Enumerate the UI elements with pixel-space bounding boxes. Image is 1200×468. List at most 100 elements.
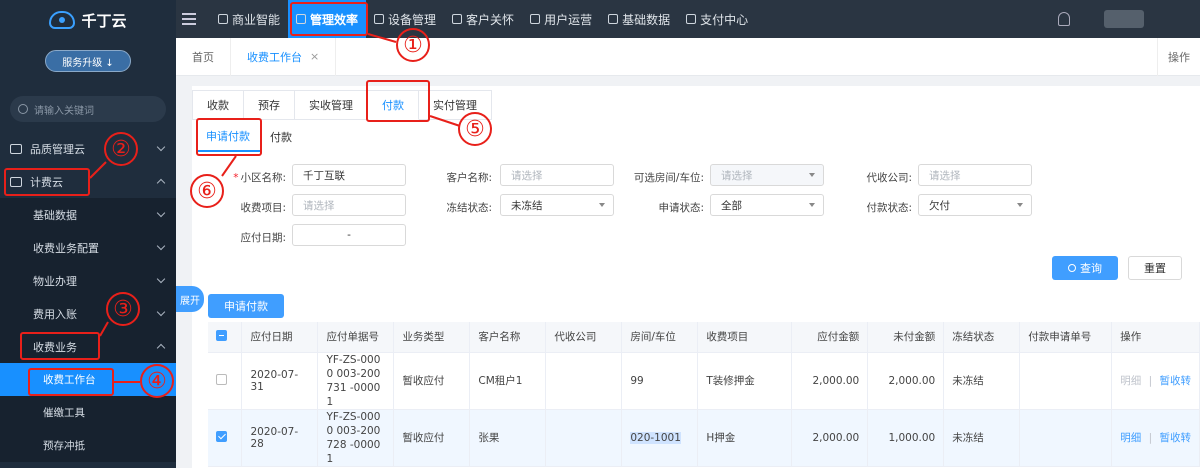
- search-placeholder: 请输入关键词: [34, 105, 94, 117]
- page-tabs: 首页 收费工作台 × 操作: [176, 37, 1200, 76]
- sidebar-item-label: 费用入账: [33, 307, 77, 321]
- sidebar-item-fee-entry[interactable]: 费用入账: [0, 297, 176, 330]
- sidebar-item-quality[interactable]: 品质管理云: [0, 132, 176, 165]
- cell-agency: [545, 352, 623, 410]
- query-button[interactable]: 查询: [1052, 256, 1118, 280]
- agency-input[interactable]: 请选择: [918, 164, 1032, 186]
- cell-fee-item: T装修押金: [697, 352, 793, 410]
- bell-icon[interactable]: [1058, 12, 1070, 26]
- cell-doc-no[interactable]: YF-ZS-0000 003-200731 -00001: [317, 352, 395, 410]
- payables-table: 应付日期 应付单据号 业务类型 客户名称 代收公司 房间/车位 收费项目 应付金…: [208, 322, 1200, 467]
- nav-label: 商业智能: [232, 12, 281, 27]
- pay-status-value: 欠付: [929, 199, 950, 212]
- upgrade-button[interactable]: 服务升级 ↓: [45, 50, 131, 72]
- row-select-cell: [208, 409, 243, 467]
- item-input[interactable]: 请选择: [292, 194, 406, 216]
- due-date-range[interactable]: -: [292, 224, 406, 246]
- cell-agency: [545, 409, 623, 467]
- nav-basic-data[interactable]: 基础数据: [600, 0, 678, 38]
- col-room: 房间/车位: [621, 322, 699, 353]
- apply-status-select[interactable]: 全部: [710, 194, 824, 216]
- community-input[interactable]: 千丁互联: [292, 164, 406, 186]
- reset-button[interactable]: 重置: [1128, 256, 1182, 280]
- cell-room: 020-1001: [621, 409, 699, 467]
- nav-business-intelligence[interactable]: 商业智能: [210, 0, 288, 38]
- chevron-down-icon: [809, 173, 815, 177]
- detail-link[interactable]: 明细: [1120, 375, 1141, 387]
- freeze-select[interactable]: 未冻结: [500, 194, 614, 216]
- row-checkbox[interactable]: [216, 430, 227, 442]
- sidebar-item-label: 基础数据: [33, 208, 77, 222]
- freeze-label: 冻结状态:: [446, 202, 492, 214]
- select-all-cell: [208, 322, 243, 353]
- apply-payment-button[interactable]: 申请付款: [208, 294, 284, 318]
- chevron-down-icon: [156, 241, 166, 251]
- table-row: 2020-07-28 YF-ZS-0000 003-200728 -00001 …: [208, 409, 1200, 467]
- query-label: 查询: [1080, 262, 1102, 275]
- cell-due-amount: 2,000.00: [791, 409, 869, 467]
- chevron-down-icon: [156, 142, 166, 152]
- col-ops: 操作: [1111, 322, 1200, 353]
- nav-label: 支付中心: [700, 12, 749, 27]
- tab-received-manage[interactable]: 实收管理: [295, 90, 368, 120]
- cell-fee-item: H押金: [697, 409, 793, 467]
- sidebar-item-label: 品质管理云: [30, 142, 85, 156]
- nav-label: 用户运营: [544, 12, 593, 27]
- close-icon[interactable]: ×: [310, 50, 319, 63]
- ops-menu[interactable]: 操作: [1157, 38, 1200, 76]
- nav-user-operations[interactable]: 用户运营: [522, 0, 600, 38]
- col-due-date: 应付日期: [241, 322, 319, 353]
- cell-room: 99: [621, 352, 699, 410]
- apply-status-label: 申请状态:: [658, 202, 704, 214]
- room-highlight: 020-1001: [630, 431, 681, 444]
- sidebar-item-property[interactable]: 物业办理: [0, 264, 176, 297]
- tab-fee-workbench[interactable]: 收费工作台 ×: [231, 37, 337, 76]
- annotation-number-1: ①: [396, 28, 430, 62]
- cell-due-date: 2020-07-31: [241, 352, 319, 410]
- transfer-link[interactable]: 暂收转: [1160, 432, 1192, 444]
- chevron-up-icon: [156, 343, 166, 353]
- tab-prepaid[interactable]: 预存: [244, 90, 295, 120]
- tab-pay[interactable]: 付款: [260, 122, 302, 152]
- annotation-number-5: ⑤: [458, 112, 492, 146]
- nav-customer-care[interactable]: 客户关怀: [444, 0, 522, 38]
- sidebar-item-label: 预存冲抵: [43, 440, 85, 452]
- cell-customer: 张果: [469, 409, 547, 467]
- expand-toggle[interactable]: 展开: [176, 286, 204, 312]
- select-all-checkbox[interactable]: [216, 329, 227, 341]
- divider: |: [1148, 432, 1153, 444]
- sidebar-search-input[interactable]: 请输入关键词: [10, 96, 166, 122]
- sidebar: 千丁云 服务升级 ↓ 请输入关键词 品质管理云 计费云 基础数据 收费业务配置 …: [0, 0, 176, 468]
- tab-receive[interactable]: 收款: [192, 90, 244, 120]
- col-doc-no: 应付单据号: [317, 322, 395, 353]
- col-unpaid-amount: 未付金额: [867, 322, 945, 353]
- search-icon: [1068, 264, 1076, 272]
- logo-text: 千丁云: [81, 11, 127, 30]
- col-apply-no: 付款申请单号: [1019, 322, 1113, 353]
- customer-input[interactable]: 请选择: [500, 164, 614, 186]
- row-select-cell: [208, 352, 243, 410]
- sidebar-item-basic-data[interactable]: 基础数据: [0, 198, 176, 231]
- nav-payment-center[interactable]: 支付中心: [678, 0, 756, 38]
- transfer-link[interactable]: 暂收转: [1160, 375, 1192, 387]
- cell-due-date: 2020-07-28: [241, 409, 319, 467]
- annotation-number-3: ③: [106, 292, 140, 326]
- sidebar-item-fee-config[interactable]: 收费业务配置: [0, 231, 176, 264]
- col-fee-item: 收费项目: [697, 322, 793, 353]
- tab-home[interactable]: 首页: [176, 37, 231, 76]
- room-select[interactable]: 请选择: [710, 164, 824, 186]
- detail-link[interactable]: 明细: [1120, 432, 1141, 444]
- wrench-icon: [608, 14, 619, 24]
- table-header-row: 应付日期 应付单据号 业务类型 客户名称 代收公司 房间/车位 收费项目 应付金…: [208, 322, 1200, 353]
- pay-status-select[interactable]: 欠付: [918, 194, 1032, 216]
- avatar[interactable]: [1104, 10, 1144, 28]
- agency-label: 代收公司:: [866, 172, 912, 184]
- chevron-down-icon: [156, 208, 166, 218]
- sidebar-item-collection-tools[interactable]: 催缴工具: [0, 396, 176, 429]
- cell-unpaid-amount: 1,000.00: [867, 409, 945, 467]
- col-freeze: 冻结状态: [943, 322, 1021, 353]
- cell-doc-no[interactable]: YF-ZS-0000 003-200728 -00001: [317, 409, 395, 467]
- menu-toggle-icon[interactable]: [182, 13, 196, 25]
- row-checkbox[interactable]: [216, 373, 227, 385]
- sidebar-item-prepaid-offset[interactable]: 预存冲抵: [0, 429, 176, 462]
